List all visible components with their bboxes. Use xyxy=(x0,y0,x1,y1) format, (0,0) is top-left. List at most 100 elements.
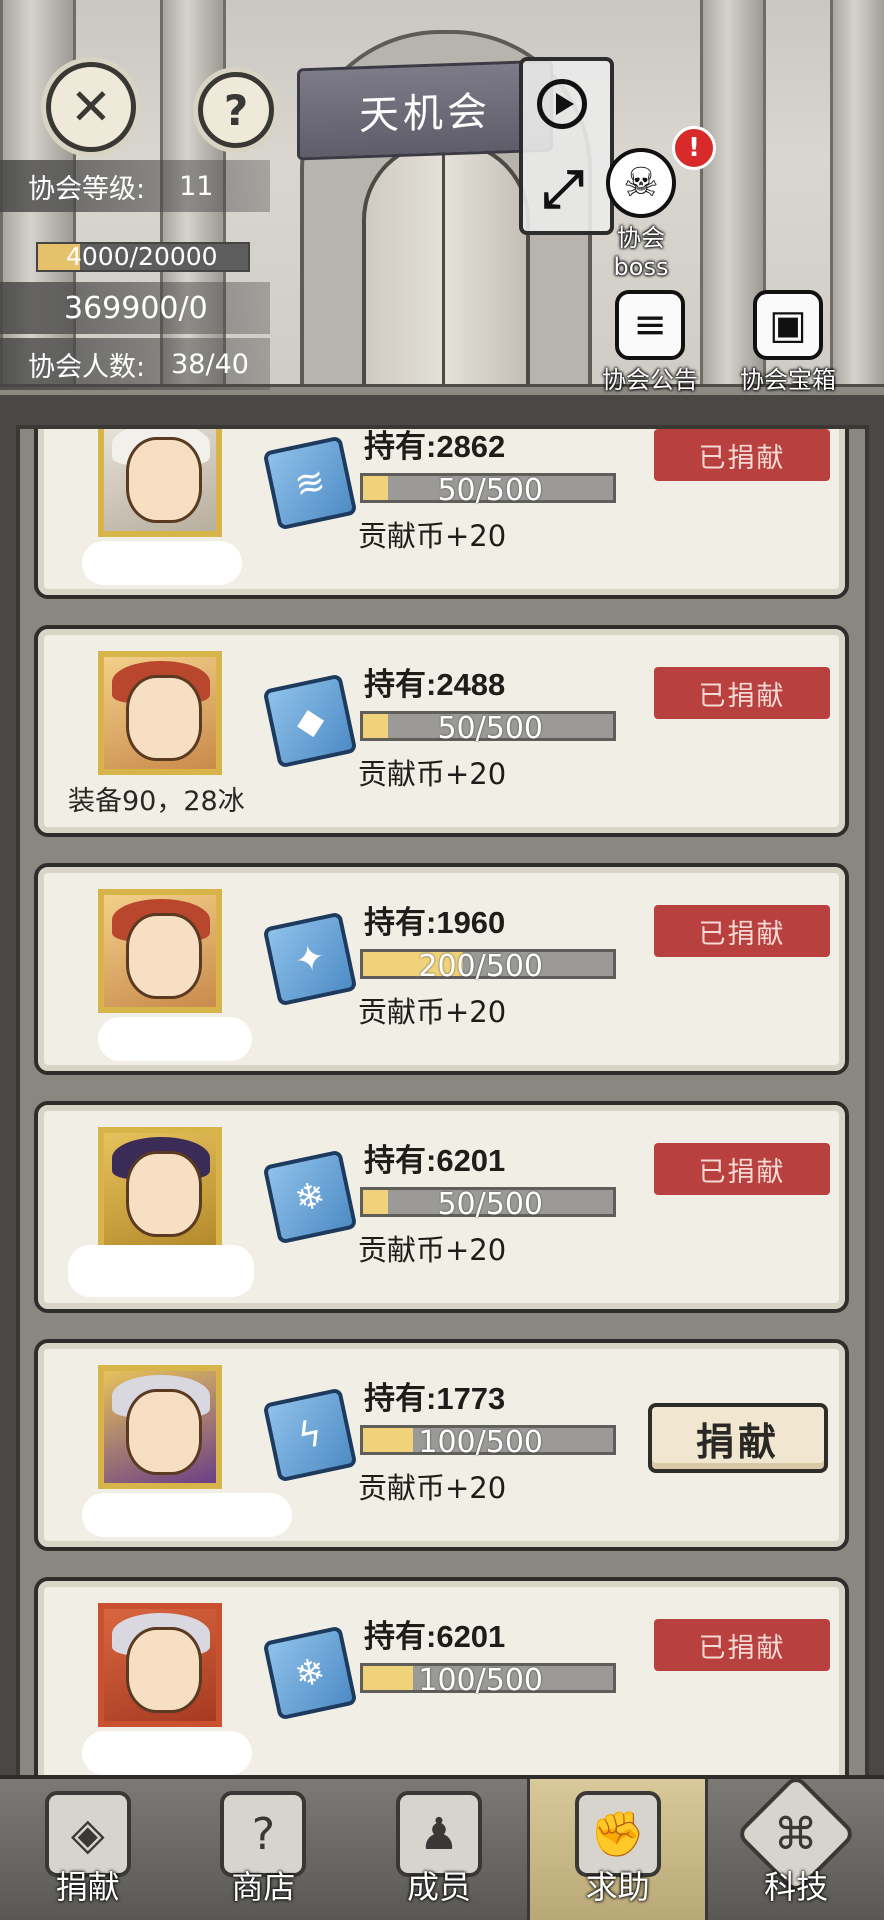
portrait-face xyxy=(126,913,202,999)
donated-badge: 已捐献 xyxy=(654,1619,830,1671)
reward-text: 贡献币+20 xyxy=(358,1233,507,1267)
ice-shard-icon: ◆ xyxy=(262,673,358,769)
request-card: ϟ 持有:1773 100/500 贡献币+20 捐献 xyxy=(34,1339,849,1551)
request-progress-text: 50/500 xyxy=(437,473,543,508)
guild-title-banner: 天机会 xyxy=(297,59,553,161)
request-card: ❄ 持有:6201 100/500 已捐献 xyxy=(34,1577,849,1775)
guild-boss-button[interactable]: ☠ 协会boss xyxy=(596,148,686,281)
donated-badge: 已捐献 xyxy=(654,429,830,481)
request-card: ✦ 持有:1960 200/500 贡献币+20 已捐献 xyxy=(34,863,849,1075)
request-progress-text: 100/500 xyxy=(418,1663,543,1698)
request-progress-text: 100/500 xyxy=(418,1425,543,1460)
treasure-chest-icon: ▣ xyxy=(753,290,823,360)
request-progress-text: 50/500 xyxy=(437,711,543,746)
reward-text: 贡献币+20 xyxy=(358,757,507,791)
donated-badge: 已捐献 xyxy=(654,667,830,719)
guild-level-row: 协会等级: 11 xyxy=(0,160,270,212)
held-count: 持有:6201 xyxy=(364,1619,506,1654)
request-card: ❄ 持有:6201 50/500 贡献币+20 已捐献 xyxy=(34,1101,849,1313)
held-count: 持有:6201 xyxy=(364,1143,506,1178)
held-count: 持有:1960 xyxy=(364,905,506,940)
portrait-face xyxy=(126,1627,202,1713)
help-icon: ? xyxy=(223,85,249,135)
boss-alert-badge: ! xyxy=(672,126,716,170)
member-portrait[interactable] xyxy=(98,1365,222,1489)
request-progress-bar: 100/500 xyxy=(360,1663,616,1698)
reward-text: 贡献币+20 xyxy=(358,519,507,553)
member-portrait[interactable] xyxy=(98,889,222,1013)
name-redaction xyxy=(82,1731,252,1775)
expand-icon[interactable]: ⤢ xyxy=(535,161,591,217)
held-count: 持有:2862 xyxy=(364,429,506,464)
request-progress-text: 50/500 xyxy=(437,1187,543,1222)
portrait-face xyxy=(126,675,202,761)
request-progress-bar: 100/500 xyxy=(360,1425,616,1460)
guild-header: 天机会 ✕ ? 协会等级: 11 4000/20000 369900/0 协会人… xyxy=(0,0,884,395)
name-redaction xyxy=(98,1017,252,1061)
hall-door xyxy=(362,140,530,388)
request-progress-bar: 50/500 xyxy=(360,711,616,746)
guild-notice-button[interactable]: ≡ 协会公告 xyxy=(590,290,710,395)
request-card: 装备90，28冰 ◆ 持有:2488 50/500 贡献币+20 已捐献 xyxy=(34,625,849,837)
skull-icon: ☠ xyxy=(606,148,676,218)
guild-exp-bar: 4000/20000 xyxy=(36,242,250,272)
guild-fund-text: 369900/0 xyxy=(64,290,208,326)
guild-name: 天机会 xyxy=(359,88,491,140)
reward-text: 贡献币+20 xyxy=(358,1471,507,1505)
nav-tab-donate[interactable]: ◈ 捐献 xyxy=(0,1779,176,1920)
guild-members-row: 协会人数: 38/40 xyxy=(0,338,270,390)
portrait-face xyxy=(126,437,202,523)
portrait-face xyxy=(126,1389,202,1475)
frost-flower-icon: ❄ xyxy=(262,1149,358,1245)
guild-boss-label: 协会boss xyxy=(613,224,669,281)
guild-chest-label: 协会宝箱 xyxy=(740,366,836,394)
ghost-crystal-icon: ✦ xyxy=(262,911,358,1007)
nav-tab-label: 科技 xyxy=(764,1868,829,1906)
donated-badge: 已捐献 xyxy=(654,905,830,957)
nav-tab-help[interactable]: ✊ 求助 xyxy=(526,1779,709,1920)
bottom-nav: ◈ 捐献 ? 商店 ♟ 成员 ✊ 求助 ⌘ 科技 xyxy=(0,1773,884,1920)
nav-tab-label: 捐献 xyxy=(55,1868,120,1906)
nav-tab-label: 商店 xyxy=(231,1868,296,1906)
guild-exp-text: 4000/20000 xyxy=(66,242,218,271)
close-button[interactable]: ✕ xyxy=(46,62,136,152)
request-progress-bar: 50/500 xyxy=(360,473,616,508)
guild-notice-label: 协会公告 xyxy=(602,366,698,394)
notice-board-icon: ≡ xyxy=(615,290,685,360)
guild-level-value: 11 xyxy=(179,170,214,202)
request-progress-bar: 200/500 xyxy=(360,949,616,984)
member-name: 装备90，28冰 xyxy=(68,786,245,817)
name-redaction xyxy=(68,1245,254,1297)
play-icon[interactable] xyxy=(537,79,587,129)
donated-badge: 已捐献 xyxy=(654,1143,830,1195)
member-portrait[interactable] xyxy=(98,1603,222,1727)
help-request-panel: ≋ 持有:2862 50/500 贡献币+20 已捐献 装备90，28冰 ◆ 持… xyxy=(0,395,884,1775)
guild-level-label: 协会等级: xyxy=(28,173,146,205)
reward-text: 贡献币+20 xyxy=(358,995,507,1029)
frost-flower-icon: ❄ xyxy=(262,1625,358,1721)
nav-tab-members[interactable]: ♟ 成员 xyxy=(351,1779,527,1920)
guild-members-label: 协会人数: xyxy=(28,351,146,383)
member-portrait[interactable] xyxy=(98,651,222,775)
donate-button[interactable]: 捐献 xyxy=(648,1403,828,1473)
member-portrait[interactable] xyxy=(98,429,222,537)
nav-tab-label: 成员 xyxy=(406,1868,471,1906)
guild-chest-button[interactable]: ▣ 协会宝箱 xyxy=(728,290,848,395)
nav-tab-tech[interactable]: ⌘ 科技 xyxy=(708,1773,884,1920)
guild-fund-row: 369900/0 xyxy=(0,282,270,334)
request-progress-text: 200/500 xyxy=(418,949,543,984)
nav-tab-shop[interactable]: ? 商店 xyxy=(176,1779,352,1920)
lightning-crystal-icon: ϟ xyxy=(262,1387,358,1483)
held-count: 持有:2488 xyxy=(364,667,506,702)
held-count: 持有:1773 xyxy=(364,1381,506,1416)
wind-crystal-icon: ≋ xyxy=(262,435,358,531)
help-request-list[interactable]: ≋ 持有:2862 50/500 贡献币+20 已捐献 装备90，28冰 ◆ 持… xyxy=(16,425,869,1775)
name-redaction xyxy=(82,541,242,585)
nav-tab-label: 求助 xyxy=(585,1868,650,1906)
request-card: ≋ 持有:2862 50/500 贡献币+20 已捐献 xyxy=(34,429,849,599)
member-portrait[interactable] xyxy=(98,1127,222,1251)
name-redaction xyxy=(82,1493,292,1537)
guild-members-value: 38/40 xyxy=(171,348,249,380)
request-progress-bar: 50/500 xyxy=(360,1187,616,1222)
help-button[interactable]: ? xyxy=(198,72,274,148)
